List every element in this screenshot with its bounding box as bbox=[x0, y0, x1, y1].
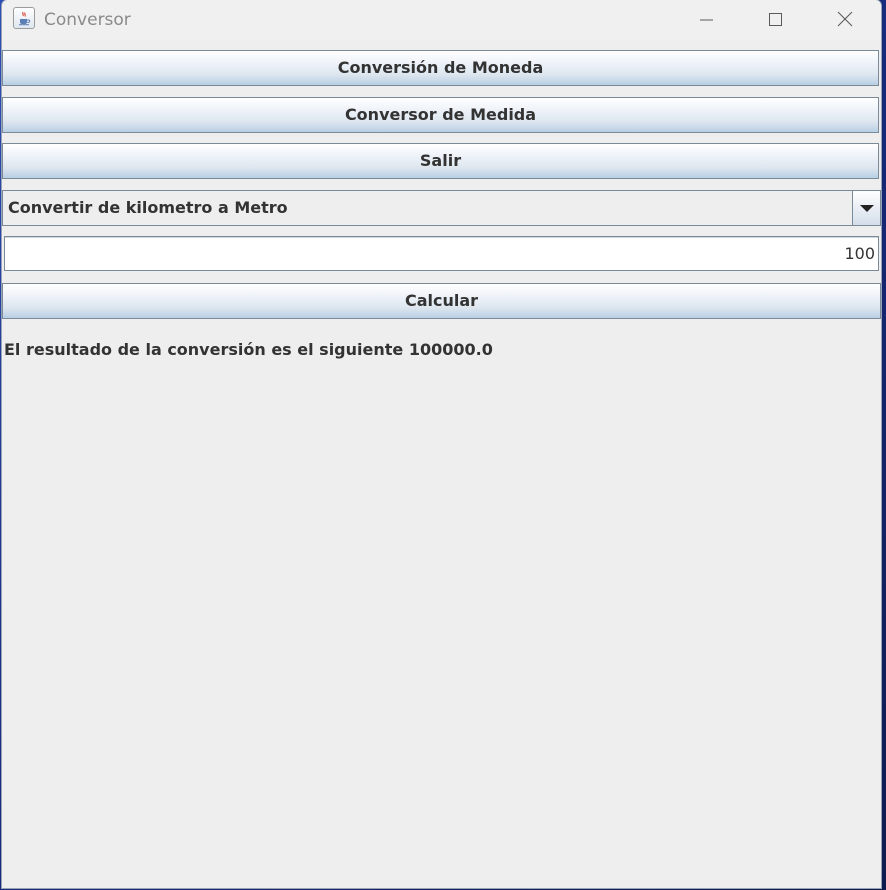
content-panel: Conversión de Moneda Conversor de Medida… bbox=[2, 47, 881, 888]
value-input-text: 100 bbox=[844, 244, 875, 263]
conversion-type-select[interactable]: Convertir de kilometro a Metro bbox=[2, 190, 881, 226]
conversion-type-selected: Convertir de kilometro a Metro bbox=[8, 198, 288, 217]
calculate-button[interactable]: Calcular bbox=[2, 283, 881, 319]
app-window: Conversor Conversión de Moneda Conversor… bbox=[2, 0, 881, 888]
value-input[interactable]: 100 bbox=[4, 236, 879, 271]
window-title: Conversor bbox=[44, 10, 131, 30]
exit-button[interactable]: Salir bbox=[2, 143, 879, 179]
title-bar[interactable]: Conversor bbox=[2, 0, 881, 40]
close-icon bbox=[837, 11, 853, 27]
maximize-button[interactable] bbox=[740, 0, 810, 40]
maximize-icon bbox=[769, 13, 782, 26]
currency-conversion-button[interactable]: Conversión de Moneda bbox=[2, 50, 879, 86]
measure-conversion-button[interactable]: Conversor de Medida bbox=[2, 97, 879, 133]
dropdown-button[interactable] bbox=[852, 191, 880, 225]
result-label: El resultado de la conversión es el sigu… bbox=[4, 340, 493, 359]
minimize-button[interactable] bbox=[671, 0, 741, 40]
java-cup-icon bbox=[13, 7, 35, 29]
chevron-down-icon bbox=[860, 205, 874, 212]
minimize-icon bbox=[700, 19, 713, 21]
close-button[interactable] bbox=[810, 0, 880, 40]
